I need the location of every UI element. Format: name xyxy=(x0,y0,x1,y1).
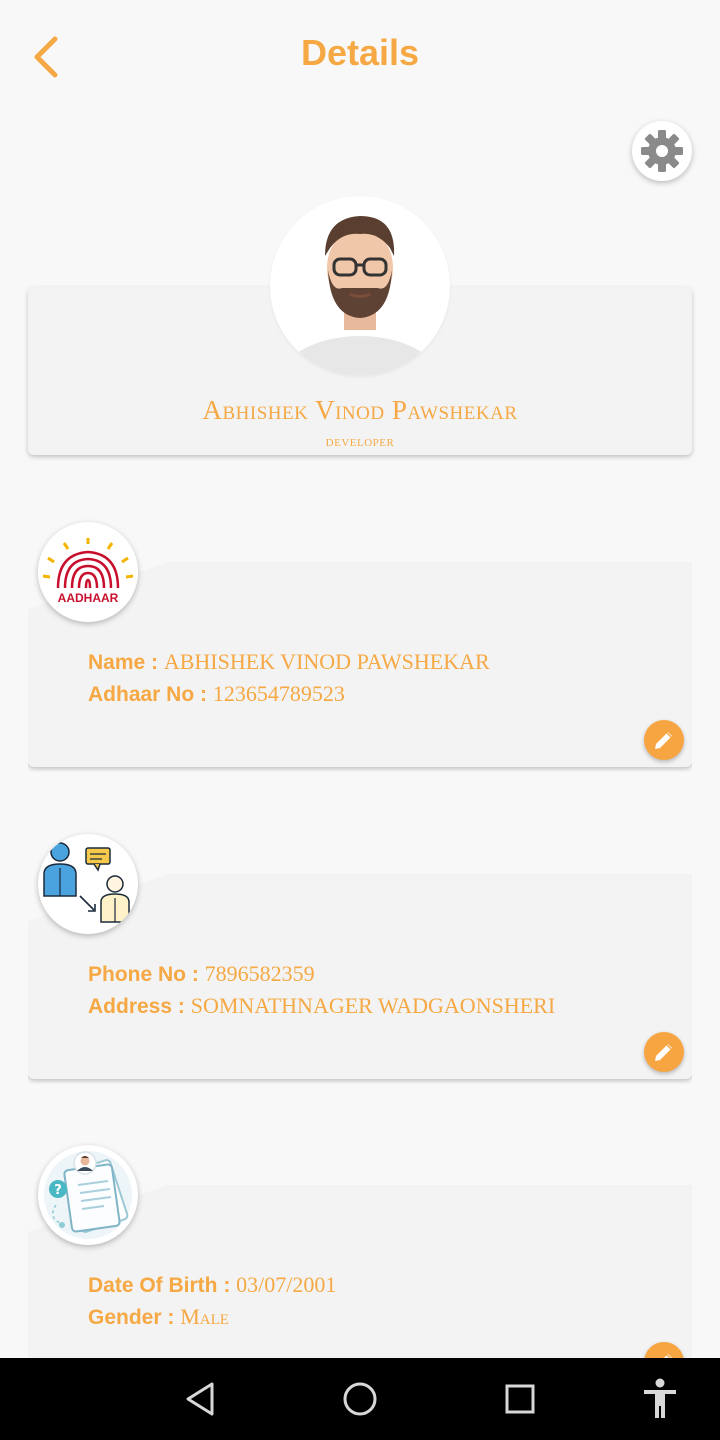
avatar-man-icon xyxy=(280,216,440,376)
profile-name: Abhishek Vinod Pawshekar xyxy=(202,395,518,425)
settings-button[interactable] xyxy=(632,121,692,181)
svg-text:?: ? xyxy=(54,1183,62,1198)
personal-document-icon: ? xyxy=(44,1151,132,1239)
accessibility-icon xyxy=(644,1378,676,1418)
dob-line: Date Of Birth : 03/07/2001 xyxy=(88,1272,336,1298)
nav-accessibility-button[interactable] xyxy=(620,1358,700,1440)
nav-home-button[interactable] xyxy=(320,1358,400,1440)
name-line: Name : ABHISHEK VINOD PAWSHEKAR xyxy=(88,649,490,675)
contact-badge xyxy=(38,834,138,934)
aadhaar-number-value: 123654789523 xyxy=(212,681,345,706)
aadhaar-logo-text: AADHAAR xyxy=(58,591,119,605)
gender-line: Gender : Male xyxy=(88,1304,229,1330)
aadhaar-number-line: Adhaar No : 123654789523 xyxy=(88,681,345,707)
back-triangle-icon xyxy=(186,1382,214,1416)
phone-line: Phone No : 7896582359 xyxy=(88,961,315,987)
dob-label: Date Of Birth : xyxy=(88,1274,237,1297)
nav-back-button[interactable] xyxy=(160,1358,240,1440)
nav-recents-button[interactable] xyxy=(480,1358,560,1440)
pencil-icon xyxy=(655,1044,672,1061)
name-label: Name : xyxy=(88,651,164,674)
address-label: Address : xyxy=(88,995,191,1018)
edit-aadhaar-button[interactable] xyxy=(644,720,684,760)
edit-contact-button[interactable] xyxy=(644,1032,684,1072)
avatar xyxy=(270,196,450,376)
gear-icon xyxy=(641,130,683,172)
aadhaar-number-label: Adhaar No : xyxy=(88,683,213,706)
address-value: SOMNATHNAGER WADGAONSHERI xyxy=(190,993,556,1018)
gender-value: Male xyxy=(180,1304,229,1329)
pencil-icon xyxy=(655,732,672,749)
name-value: ABHISHEK VINOD PAWSHEKAR xyxy=(163,649,490,674)
personal-badge: ? xyxy=(38,1145,138,1245)
recents-square-icon xyxy=(505,1384,535,1414)
aadhaar-logo-badge: AADHAAR xyxy=(38,522,138,622)
profile-role: developer xyxy=(325,433,395,450)
aadhaar-logo-icon: AADHAAR xyxy=(38,538,138,605)
phone-label: Phone No : xyxy=(88,963,205,986)
phone-value: 7896582359 xyxy=(204,961,315,986)
gender-label: Gender : xyxy=(88,1306,181,1329)
contact-people-icon xyxy=(43,842,130,923)
page-title: Details xyxy=(300,32,420,73)
home-circle-icon xyxy=(343,1382,377,1416)
dob-value: 03/07/2001 xyxy=(236,1272,337,1297)
system-nav-bar xyxy=(0,1358,720,1440)
address-line: Address : SOMNATHNAGER WADGAONSHERI xyxy=(88,993,555,1019)
